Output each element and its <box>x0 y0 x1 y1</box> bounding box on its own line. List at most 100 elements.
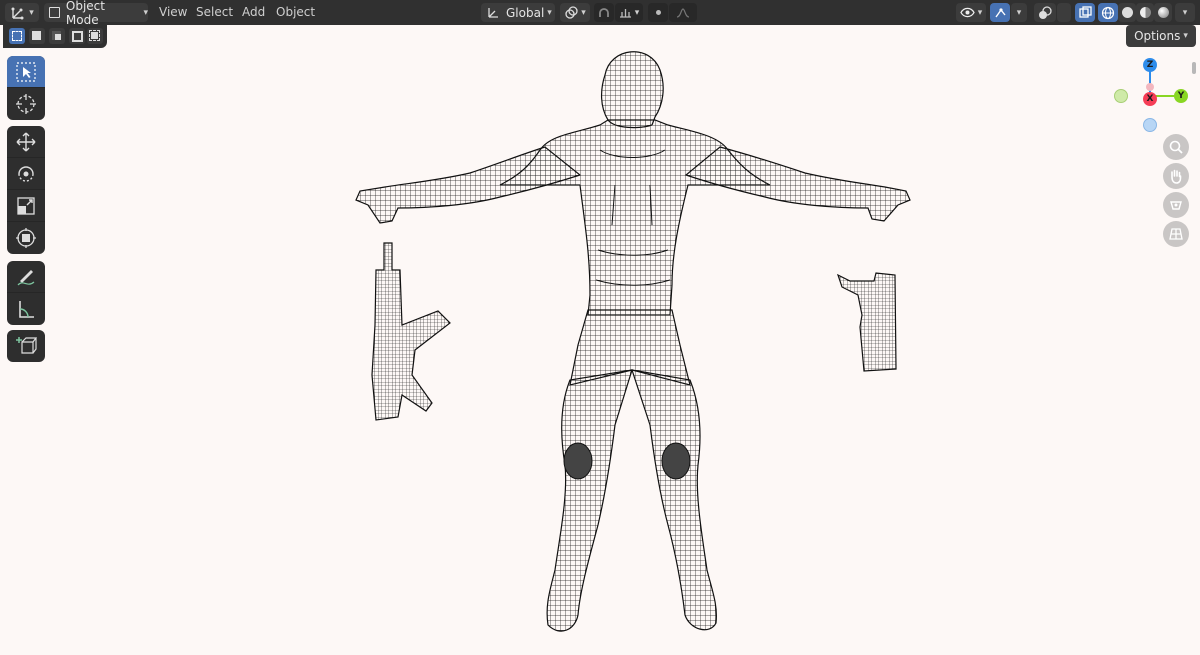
toolbar-annotate-group <box>7 261 45 325</box>
menu-view[interactable]: View <box>159 5 187 19</box>
pan-button[interactable] <box>1163 163 1189 189</box>
gizmo-toggle[interactable] <box>990 3 1010 22</box>
right-leg-mesh <box>631 369 717 631</box>
shading-solid-button[interactable] <box>1118 3 1136 22</box>
hand-icon <box>1171 169 1182 184</box>
falloff-curve-icon <box>676 7 690 18</box>
chevron-down-icon: ▾ <box>977 7 983 18</box>
transform-orientation-select[interactable]: Global ▾ <box>481 3 555 22</box>
grid-perspective-icon <box>1169 228 1183 240</box>
wireframe-scene <box>355 51 911 632</box>
zoom-button[interactable] <box>1163 134 1189 160</box>
knee-pads <box>563 442 691 480</box>
tool-measure[interactable] <box>7 293 45 325</box>
select-invert-icon <box>72 31 83 42</box>
pivot-point-select[interactable]: ▾ <box>560 3 590 22</box>
falloff-select[interactable] <box>669 3 697 22</box>
shading-rendered-button[interactable] <box>1154 3 1172 22</box>
editor-type-button[interactable]: ▾ <box>5 3 39 22</box>
chevron-down-icon: ▾ <box>29 7 34 18</box>
camera-icon <box>1170 201 1182 210</box>
rifle-mesh[interactable] <box>371 242 451 421</box>
options-dropdown[interactable]: Options ▾ <box>1126 25 1196 47</box>
region-scrollbar[interactable] <box>1192 62 1196 74</box>
eye-icon <box>959 7 975 18</box>
select-intersect-button[interactable] <box>87 28 103 44</box>
tool-add-cube[interactable] <box>7 330 45 362</box>
rendered-sphere-icon <box>1157 7 1169 18</box>
select-extend-icon <box>32 31 41 40</box>
left-leg-mesh <box>546 369 633 632</box>
projection-toggle-button[interactable] <box>1163 221 1189 247</box>
gizmo-x-axis[interactable]: X <box>1143 92 1157 106</box>
right-arm-mesh <box>684 146 911 222</box>
cursor-icon <box>16 94 36 114</box>
menu-object[interactable]: Object <box>276 5 315 19</box>
gizmo-neg-y-axis[interactable] <box>1114 89 1128 103</box>
annotate-icon <box>17 269 35 285</box>
tool-cursor[interactable] <box>7 88 45 120</box>
shading-material-button[interactable] <box>1136 3 1154 22</box>
viewport-header: ▾ Object Mode ▾ View Select Add Object G… <box>0 0 1200 27</box>
grip-mesh[interactable] <box>836 272 897 372</box>
chevron-down-icon: ▾ <box>547 7 552 18</box>
proportional-edit-toggle[interactable] <box>648 3 668 22</box>
add-cube-icon <box>16 337 37 354</box>
tool-rotate[interactable] <box>7 158 45 190</box>
wireframe-sphere-icon <box>1101 6 1115 19</box>
gizmo-z-axis[interactable]: Z <box>1143 58 1157 72</box>
shading-wireframe-button[interactable] <box>1098 3 1118 22</box>
options-label: Options <box>1134 29 1181 43</box>
magnet-icon <box>599 7 609 17</box>
pivot-icon <box>565 5 578 19</box>
chevron-down-icon: ▾ <box>1182 7 1188 18</box>
proportional-edit-icon <box>655 10 661 15</box>
overlays-toggle[interactable] <box>1034 3 1056 22</box>
orientation-icon <box>11 7 24 19</box>
gizmo-icon <box>994 8 1006 18</box>
snap-toggle[interactable] <box>594 3 614 22</box>
tool-annotate[interactable] <box>7 261 45 293</box>
gizmo-y-axis[interactable]: Y <box>1174 89 1188 103</box>
left-arm-mesh <box>355 146 582 224</box>
overlays-options-select[interactable] <box>1057 3 1071 22</box>
gizmo-options-select[interactable]: ▾ <box>1011 3 1027 22</box>
overlay-icon <box>1039 5 1052 19</box>
camera-view-button[interactable] <box>1163 192 1189 218</box>
shading-options-select[interactable]: ▾ <box>1175 3 1195 22</box>
chevron-down-icon: ▾ <box>581 7 586 18</box>
tool-scale[interactable] <box>7 190 45 222</box>
select-invert-button[interactable] <box>69 28 85 44</box>
xray-icon <box>1078 6 1092 18</box>
solid-sphere-icon <box>1121 7 1133 18</box>
gizmo-neg-z-axis[interactable] <box>1143 118 1157 132</box>
zoom-icon <box>1169 140 1183 154</box>
character-mesh[interactable] <box>355 51 911 632</box>
chevron-down-icon: ▾ <box>1016 7 1022 18</box>
tool-select-box[interactable] <box>7 56 45 88</box>
scale-icon <box>17 196 35 215</box>
menu-select[interactable]: Select <box>196 5 233 19</box>
snap-target-select[interactable]: ▾ <box>615 3 643 22</box>
select-subtract-button[interactable] <box>49 28 65 44</box>
axes-icon <box>488 8 498 18</box>
select-extend-button[interactable] <box>29 28 45 44</box>
menu-add[interactable]: Add <box>242 5 265 19</box>
mode-select[interactable]: Object Mode ▾ <box>44 0 148 27</box>
rotate-icon <box>18 165 34 182</box>
visibility-select[interactable]: ▾ <box>956 3 986 22</box>
mode-label: Object Mode <box>65 0 105 27</box>
toolbar-add-group <box>7 330 45 362</box>
toolbar-select-group <box>7 56 45 120</box>
xray-toggle[interactable] <box>1075 3 1095 22</box>
transform-icon <box>16 228 36 248</box>
orientation-label: Global <box>506 5 545 20</box>
select-intersect-icon <box>89 30 100 41</box>
gizmo-neg-x-axis[interactable] <box>1146 83 1154 91</box>
tool-transform[interactable] <box>7 222 45 254</box>
select-new-button[interactable] <box>9 28 25 44</box>
object-mode-icon <box>49 7 60 18</box>
tool-move[interactable] <box>7 126 45 158</box>
material-sphere-icon <box>1139 7 1151 18</box>
3d-viewport[interactable]: Options ▾ Z Y X <box>0 25 1200 655</box>
